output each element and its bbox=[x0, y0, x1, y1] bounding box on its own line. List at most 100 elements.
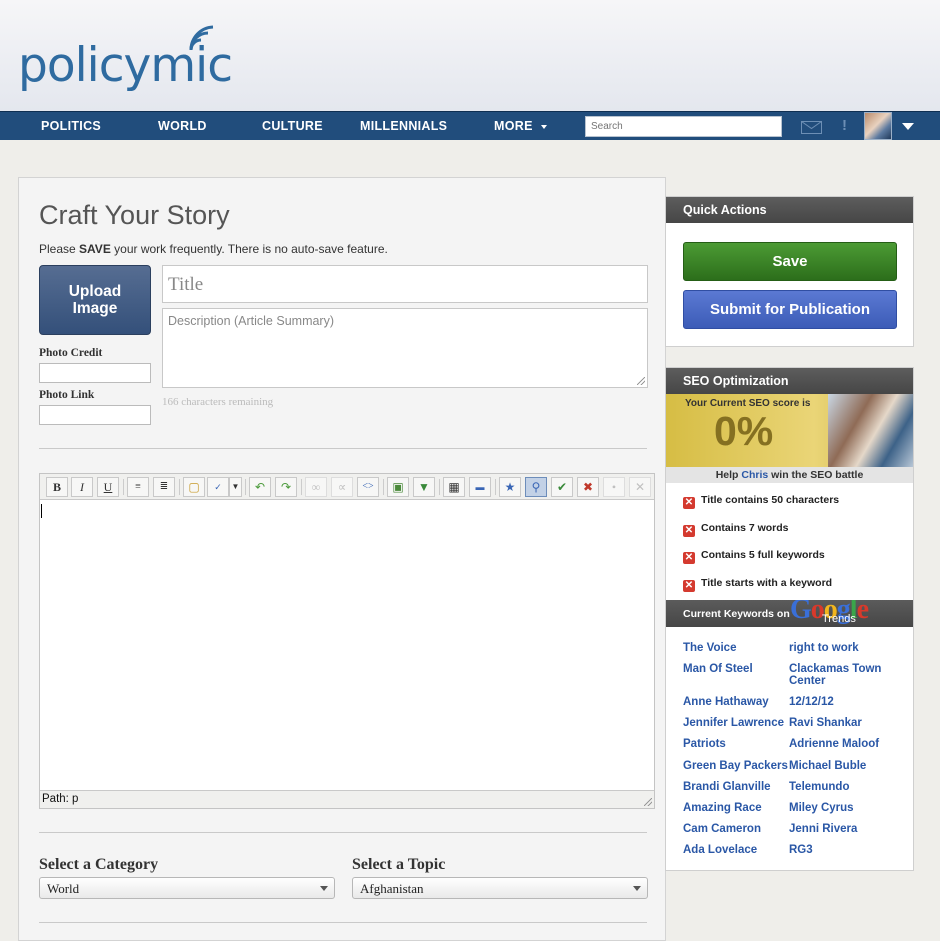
category-select[interactable]: World bbox=[39, 877, 335, 899]
seo-help-text: Help Chris win the SEO battle bbox=[666, 467, 913, 483]
check-icon[interactable]: ✔ bbox=[551, 477, 573, 497]
keyword-link[interactable]: Adrienne Maloof bbox=[789, 738, 879, 750]
save-notice: Please SAVE your work frequently. There … bbox=[39, 242, 388, 256]
keyword-link[interactable]: right to work bbox=[789, 642, 859, 654]
editor-status-bar: Path: p bbox=[40, 790, 654, 808]
bold-button[interactable]: B bbox=[46, 477, 68, 497]
paste-icon[interactable]: ▢ bbox=[183, 477, 205, 497]
signal-waves-icon bbox=[189, 25, 214, 51]
description-textarea[interactable]: Description (Article Summary) bbox=[162, 308, 648, 388]
upload-image-button[interactable]: Upload Image bbox=[39, 265, 151, 335]
keyword-link[interactable]: Patriots bbox=[683, 738, 726, 750]
redo-icon[interactable]: ↷ bbox=[275, 477, 297, 497]
seo-check-item: ✕ Title starts with a keyword bbox=[683, 577, 833, 592]
italic-button[interactable]: I bbox=[71, 477, 93, 497]
keyword-link[interactable]: Amazing Race bbox=[683, 802, 762, 814]
topic-label: Select a Topic bbox=[352, 856, 446, 873]
seo-check-item: ✕ Contains 5 full keywords bbox=[683, 549, 825, 564]
compose-panel: Craft Your Story Please SAVE your work f… bbox=[18, 177, 666, 941]
photo-link-label: Photo Link bbox=[39, 389, 95, 401]
keyword-link[interactable]: Michael Buble bbox=[789, 760, 866, 772]
underline-button[interactable]: U bbox=[97, 477, 119, 497]
keyword-link[interactable]: Anne Hathaway bbox=[683, 696, 769, 708]
keyword-link[interactable]: Telemundo bbox=[789, 781, 849, 793]
search-input[interactable] bbox=[585, 116, 782, 137]
spellcheck-dropdown-icon[interactable]: ▼ bbox=[229, 477, 242, 497]
resize-handle-icon[interactable] bbox=[637, 377, 645, 385]
nav-item-world[interactable]: WORLD bbox=[158, 119, 207, 133]
page-title: Craft Your Story bbox=[39, 200, 230, 230]
editor-path: Path: p bbox=[42, 793, 79, 805]
keyword-link[interactable]: Green Bay Packers bbox=[683, 760, 788, 772]
more-caret-icon bbox=[541, 125, 547, 129]
keyword-link[interactable]: Jenni Rivera bbox=[789, 823, 857, 835]
fail-icon: ✕ bbox=[683, 552, 695, 564]
mail-icon[interactable] bbox=[801, 121, 822, 134]
nav-item-culture[interactable]: CULTURE bbox=[262, 119, 323, 133]
keyword-link[interactable]: Miley Cyrus bbox=[789, 802, 854, 814]
avatar[interactable] bbox=[864, 112, 892, 140]
save-button[interactable]: Save bbox=[683, 242, 897, 281]
quick-actions-panel: Quick Actions Save Submit for Publicatio… bbox=[665, 196, 914, 347]
keyword-link[interactable]: Ravi Shankar bbox=[789, 717, 862, 729]
embed-icon[interactable]: ▬ bbox=[469, 477, 491, 497]
keyword-link[interactable]: RG3 bbox=[789, 844, 813, 856]
seo-check-item: ✕ Title contains 50 characters bbox=[683, 494, 840, 509]
keyword-link[interactable]: Brandi Glanville bbox=[683, 781, 771, 793]
keyword-link[interactable]: Clackamas Town Center bbox=[789, 663, 899, 687]
nav-item-millennials[interactable]: MILLENNIALS bbox=[360, 119, 447, 133]
clear-icon[interactable]: ✖ bbox=[577, 477, 599, 497]
table-icon[interactable]: ▦ bbox=[443, 477, 465, 497]
nav-item-more[interactable]: MORE bbox=[494, 119, 533, 133]
quick-actions-heading: Quick Actions bbox=[666, 197, 913, 223]
trends-label: Trends bbox=[822, 613, 856, 625]
photo-credit-label: Photo Credit bbox=[39, 347, 103, 359]
photo-link-field[interactable] bbox=[39, 405, 151, 425]
fail-icon: ✕ bbox=[683, 525, 695, 537]
seo-score-value: 0% bbox=[714, 408, 774, 454]
unlink-icon[interactable]: ∝ bbox=[331, 477, 353, 497]
seo-panel: SEO Optimization Your Current SEO score … bbox=[665, 367, 914, 871]
editor-resize-handle-icon[interactable] bbox=[644, 798, 652, 806]
undo-icon[interactable]: ↶ bbox=[249, 477, 271, 497]
nav-item-politics[interactable]: POLITICS bbox=[41, 119, 101, 133]
photo-credit-field[interactable] bbox=[39, 363, 151, 383]
insert-image-icon[interactable]: ▣ bbox=[387, 477, 409, 497]
find-icon[interactable]: ⚲ bbox=[525, 477, 547, 497]
style-icon[interactable]: ★ bbox=[499, 477, 521, 497]
keyword-link[interactable]: Man Of Steel bbox=[683, 663, 753, 675]
characters-remaining: 166 characters remaining bbox=[162, 396, 274, 408]
keyword-link[interactable]: 12/12/12 bbox=[789, 696, 834, 708]
category-label: Select a Category bbox=[39, 856, 159, 873]
editor-content-area[interactable] bbox=[40, 500, 654, 790]
editor-toolbar: B I U ≡ ≣ ▢ ✓ ▼ ↶ ↷ ∞ ∝ <> ▣ ▼ ▦ ▬ ★ ⚲ ✔… bbox=[40, 474, 654, 500]
chevron-down-icon bbox=[320, 886, 328, 891]
keyword-link[interactable]: Ada Lovelace bbox=[683, 844, 757, 856]
rich-text-editor: B I U ≡ ≣ ▢ ✓ ▼ ↶ ↷ ∞ ∝ <> ▣ ▼ ▦ ▬ ★ ⚲ ✔… bbox=[39, 473, 655, 809]
account-menu-caret-icon[interactable] bbox=[902, 123, 914, 130]
spellcheck-icon[interactable]: ✓ bbox=[207, 477, 229, 497]
link-icon[interactable]: ∞ bbox=[305, 477, 327, 497]
html-source-icon[interactable]: <> bbox=[357, 477, 379, 497]
fail-icon: ✕ bbox=[683, 497, 695, 509]
divider bbox=[39, 832, 647, 833]
seo-score-banner: Your Current SEO score is 0% bbox=[666, 394, 913, 467]
title-input[interactable]: Title bbox=[162, 265, 648, 303]
close-icon[interactable]: ✕ bbox=[629, 477, 651, 497]
site-header: policymic bbox=[0, 0, 940, 111]
submit-for-publication-button[interactable]: Submit for Publication bbox=[683, 290, 897, 329]
divider bbox=[39, 922, 647, 923]
notification-icon[interactable]: ! bbox=[842, 117, 847, 134]
divider bbox=[39, 448, 647, 449]
keyword-link[interactable]: Jennifer Lawrence bbox=[683, 717, 784, 729]
bullet-list-icon[interactable]: ≡ bbox=[127, 477, 149, 497]
seo-banner-photo bbox=[828, 394, 913, 467]
disabled-tool-icon[interactable]: • bbox=[603, 477, 625, 497]
seo-check-item: ✕ Contains 7 words bbox=[683, 522, 789, 537]
insert-media-icon[interactable]: ▼ bbox=[413, 477, 435, 497]
text-cursor bbox=[41, 504, 42, 518]
keyword-link[interactable]: Cam Cameron bbox=[683, 823, 761, 835]
numbered-list-icon[interactable]: ≣ bbox=[153, 477, 175, 497]
keyword-link[interactable]: The Voice bbox=[683, 642, 736, 654]
topic-select[interactable]: Afghanistan bbox=[352, 877, 648, 899]
